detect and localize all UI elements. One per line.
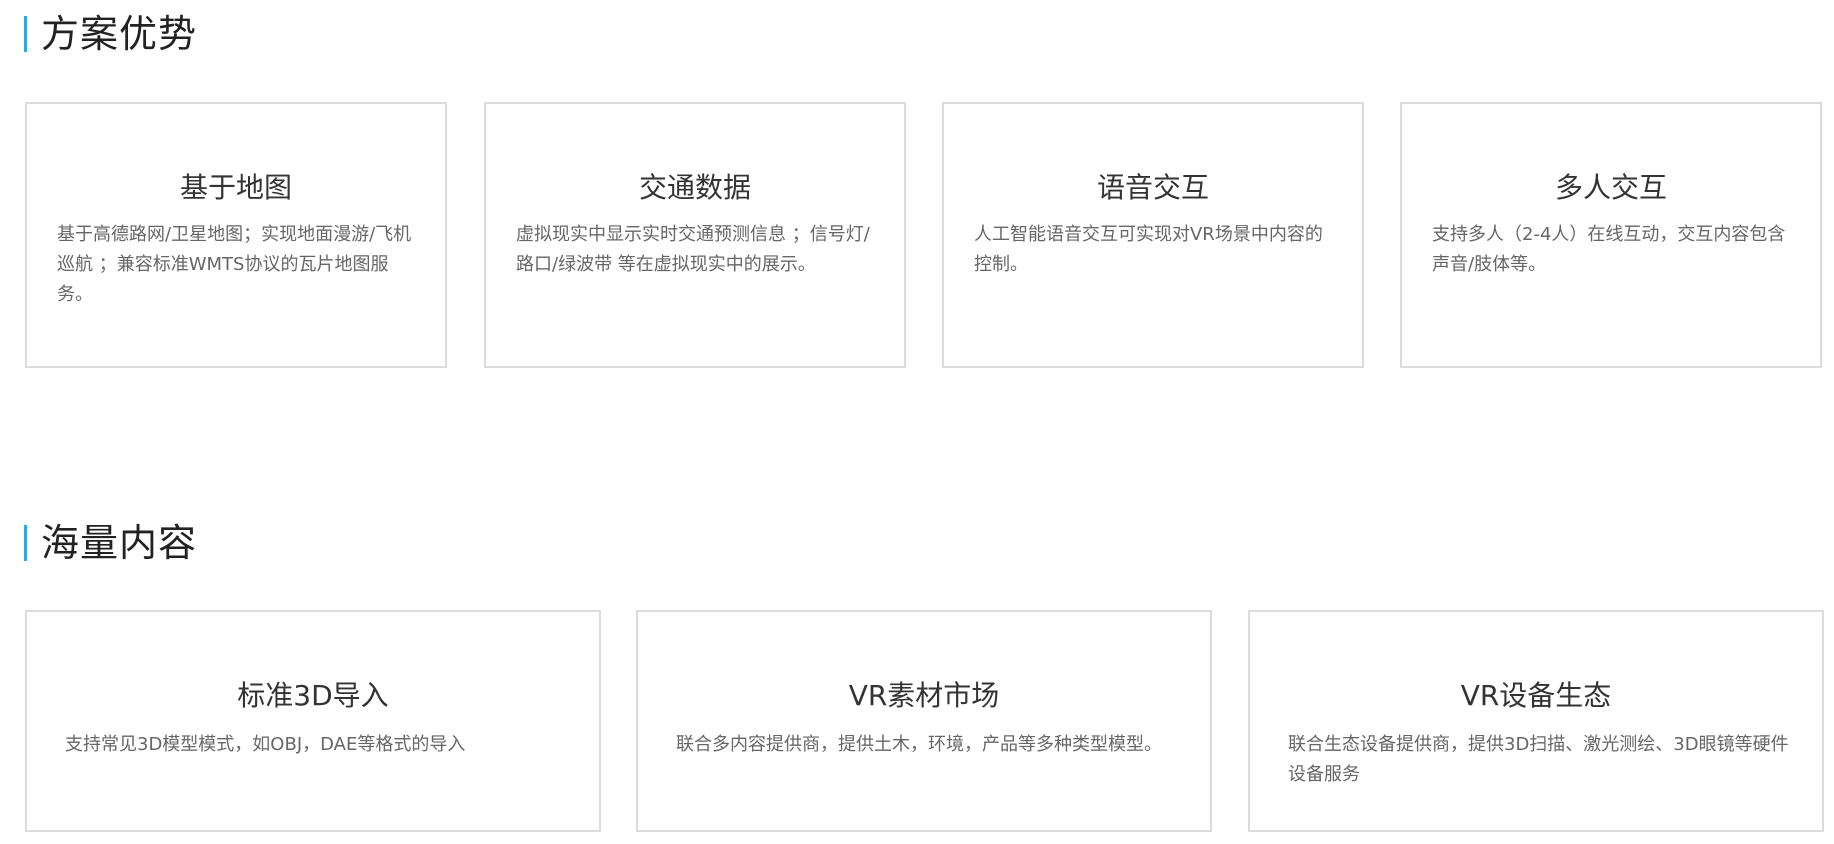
section-title-advantages: 方案优势 [24, 14, 197, 54]
card-title: 标准3D导入 [237, 679, 389, 712]
section-title-text: 海量内容 [41, 521, 198, 565]
card-title: 多人交互 [1554, 171, 1667, 204]
section-title-content: 海量内容 [24, 523, 197, 563]
content-card-3d-import: 标准3D导入 支持常见3D模型模式，如OBJ，DAE等格式的导入 [25, 610, 601, 832]
card-description: 虚拟现实中显示实时交通预测信息 ；信号灯/路口/绿波带 等在虚拟现实中的展示。 [516, 224, 870, 275]
feature-card-traffic-data: 交通数据 虚拟现实中显示实时交通预测信息 ；信号灯/路口/绿波带 等在虚拟现实中… [484, 102, 906, 368]
section-title-text: 方案优势 [41, 12, 198, 56]
content-card-vr-device-ecosystem: VR设备生态 联合生态设备提供商，提供3D扫描、激光测绘、3D眼镜等硬件设备服务 [1248, 610, 1824, 832]
content-card-vr-market: VR素材市场 联合多内容提供商，提供土木，环境，产品等多种类型模型。 [636, 610, 1212, 832]
feature-card-multi-user: 多人交互 支持多人（2-4人）在线互动，交互内容包含声音/肢体等。 [1400, 102, 1822, 368]
card-title: VR设备生态 [1460, 679, 1612, 712]
card-description: 联合多内容提供商，提供土木，环境，产品等多种类型模型。 [676, 734, 1162, 755]
feature-card-map: 基于地图 基于高德路网/卫星地图；实现地面漫游/飞机巡航 ；兼容标准WMTS协议… [25, 102, 447, 368]
section-title-accent-bar [24, 16, 27, 52]
card-description: 联合生态设备提供商，提供3D扫描、激光测绘、3D眼镜等硬件设备服务 [1288, 734, 1789, 785]
card-title: 交通数据 [638, 171, 751, 204]
card-title: 基于地图 [179, 171, 292, 204]
feature-card-voice-interaction: 语音交互 人工智能语音交互可实现对VR场景中内容的控制。 [942, 102, 1364, 368]
section-title-accent-bar [24, 525, 27, 561]
card-title: VR素材市场 [848, 679, 1000, 712]
card-description: 人工智能语音交互可实现对VR场景中内容的控制。 [974, 224, 1323, 275]
card-description: 支持常见3D模型模式，如OBJ，DAE等格式的导入 [65, 734, 466, 755]
card-description: 基于高德路网/卫星地图；实现地面漫游/飞机巡航 ；兼容标准WMTS协议的瓦片地图… [57, 224, 412, 305]
card-title: 语音交互 [1096, 171, 1209, 204]
card-description: 支持多人（2-4人）在线互动，交互内容包含声音/肢体等。 [1432, 224, 1786, 275]
page: 方案优势 基于地图 基于高德路网/卫星地图；实现地面漫游/飞机巡航 ；兼容标准W… [0, 0, 1834, 844]
